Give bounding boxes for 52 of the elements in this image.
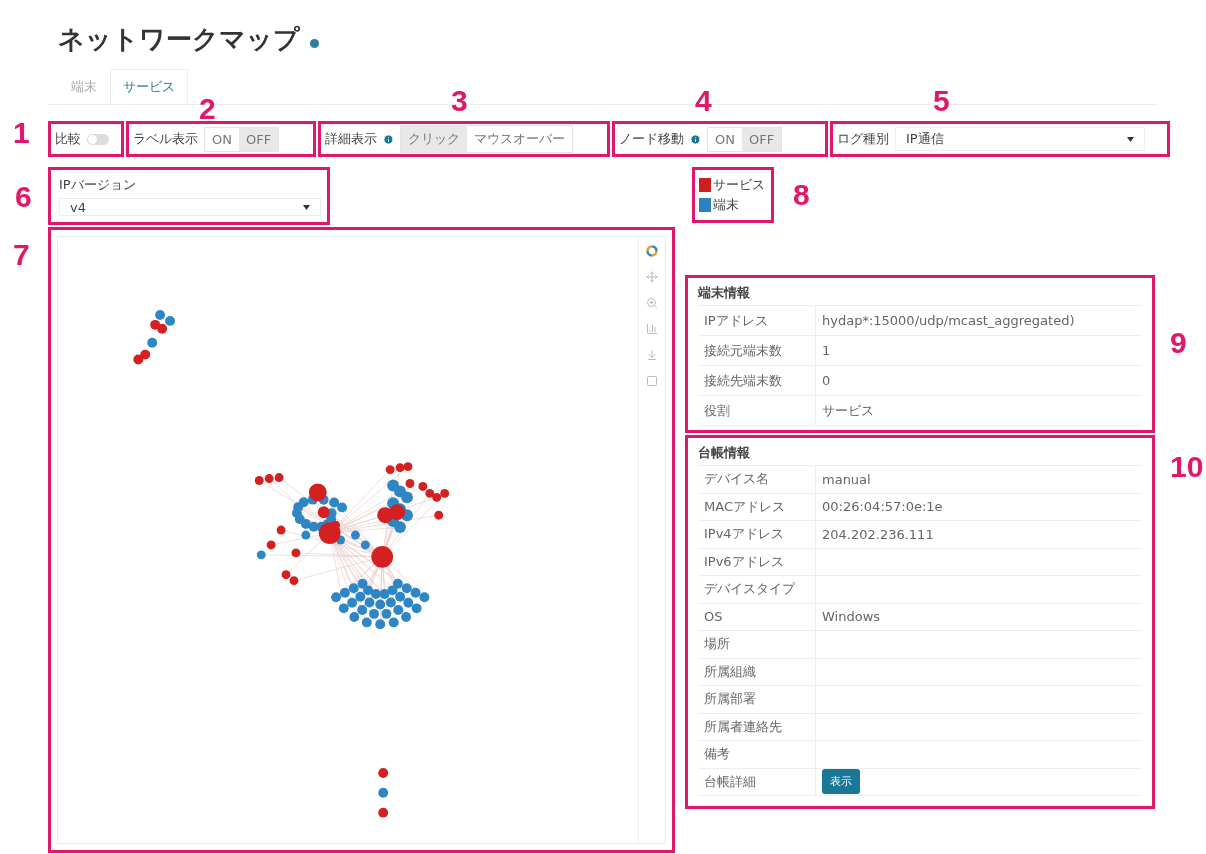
table-cell: 204.202.236.111 — [816, 521, 1142, 549]
control-label: ラベル表示 — [133, 130, 198, 148]
table-cell: MACアドレス — [698, 493, 816, 521]
table-cell: Windows — [816, 603, 1142, 631]
annotation-number: 8 — [793, 180, 810, 210]
table-cell: 所属部署 — [698, 686, 816, 714]
tab[interactable]: サービス — [110, 69, 188, 104]
legend-label: サービス — [713, 176, 765, 194]
control-label: 詳細表示 — [325, 130, 377, 148]
table-cell: manual — [816, 466, 1142, 494]
ip-version-label: IPバージョン — [59, 176, 136, 194]
annotation-number: 10 — [1170, 452, 1204, 482]
page-title: ネットワークマップ — [58, 23, 300, 56]
annotation-number: 7 — [13, 240, 30, 270]
annotation-number: 6 — [15, 182, 32, 212]
table-cell: デバイスタイプ — [698, 576, 816, 604]
table-cell: サービス — [816, 396, 1142, 426]
table-cell: 00:26:04:57:0e:1e — [816, 493, 1142, 521]
control-label: ノード移動 — [619, 130, 684, 148]
table-cell: 0 — [816, 366, 1142, 396]
show-button[interactable]: 表示 — [822, 769, 860, 795]
table-cell: IPv4アドレス — [698, 521, 816, 549]
table-cell: 台帳詳細 — [698, 768, 816, 796]
table-cell: 役割 — [698, 396, 816, 426]
section-title: 端末情報 — [698, 284, 751, 302]
annotation-number: 9 — [1170, 328, 1187, 358]
toggle-option[interactable]: OFF — [238, 127, 279, 151]
legend-label: 端末 — [713, 196, 739, 214]
ip-version-select[interactable]: v4 — [59, 198, 321, 216]
section-title: 台帳情報 — [698, 444, 751, 462]
table-cell: IPアドレス — [698, 306, 816, 336]
compare-label: 比較 — [55, 130, 81, 148]
annotation-number: 1 — [13, 118, 30, 148]
table-cell: デバイス名 — [698, 466, 816, 494]
table-cell: 場所 — [698, 631, 816, 659]
table-cell: 接続元端末数 — [698, 336, 816, 366]
toggle-option[interactable]: クリック — [401, 126, 467, 152]
log-type-label: ログ種別 — [837, 130, 889, 148]
table-cell: 接続先端末数 — [698, 366, 816, 396]
table-cell: 所属者連絡先 — [698, 713, 816, 741]
toggle-option[interactable]: OFF — [741, 127, 782, 151]
table-cell: OS — [698, 603, 816, 631]
annotation-number: 2 — [199, 94, 216, 124]
table-cell: 所属組織 — [698, 658, 816, 686]
table-cell: 備考 — [698, 741, 816, 769]
table-cell: 1 — [816, 336, 1142, 366]
annotation-number: 4 — [695, 86, 712, 116]
log-type-select[interactable]: IP通信 — [895, 127, 1145, 151]
annotation-number: 3 — [451, 86, 468, 116]
annotation-number: 5 — [933, 86, 950, 116]
table-cell: hydap*:15000/udp/mcast_aggregated) — [816, 306, 1142, 336]
table-cell: IPv6アドレス — [698, 548, 816, 576]
